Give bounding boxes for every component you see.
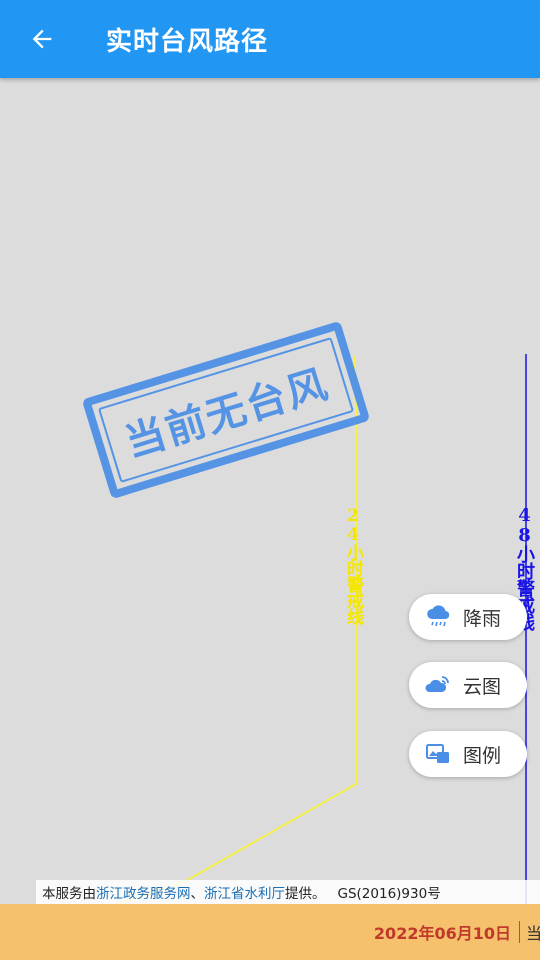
cloud-map-button-label: 云图 bbox=[463, 675, 502, 698]
attribution-link-zjzwfw[interactable]: 浙江政务服务网 bbox=[96, 882, 191, 902]
legend-button[interactable]: 图例 bbox=[409, 731, 527, 777]
back-button[interactable] bbox=[12, 9, 72, 69]
divider bbox=[519, 921, 520, 943]
attribution-suffix: 提供。 bbox=[285, 886, 326, 902]
cloud-image-icon bbox=[425, 676, 449, 692]
app-bar: 实时台风路径 bbox=[0, 0, 540, 78]
rain-button-label: 降雨 bbox=[463, 607, 502, 630]
warning-label-24h: 24小时警戒线 bbox=[343, 506, 363, 624]
attribution-bar: 本服务由 浙江政务服务网 、 浙江省水利厅 提供。 GS(2016)930号 bbox=[36, 880, 540, 904]
cloud-map-button[interactable]: 云图 bbox=[409, 662, 527, 708]
rain-button[interactable]: 降雨 bbox=[409, 594, 527, 640]
current-status-label: 当 bbox=[526, 924, 540, 943]
typhoon-map[interactable] bbox=[0, 78, 540, 904]
attribution-link-zjslt[interactable]: 浙江省水利厅 bbox=[204, 882, 285, 902]
legend-icon bbox=[426, 744, 449, 763]
attribution-separator: 、 bbox=[190, 886, 205, 902]
legend-button-label: 图例 bbox=[463, 744, 502, 767]
arrow-left-icon bbox=[32, 29, 52, 49]
date-label: 2022年06月10日 bbox=[373, 924, 511, 943]
rain-cloud-icon bbox=[427, 605, 450, 627]
attribution-prefix: 本服务由 bbox=[42, 886, 96, 902]
bottom-info-bar: 2022年06月10日 当 bbox=[0, 904, 540, 960]
map-approval-number: GS(2016)930号 bbox=[337, 886, 441, 902]
page-title: 实时台风路径 bbox=[106, 26, 269, 57]
warning-lines bbox=[117, 354, 527, 904]
